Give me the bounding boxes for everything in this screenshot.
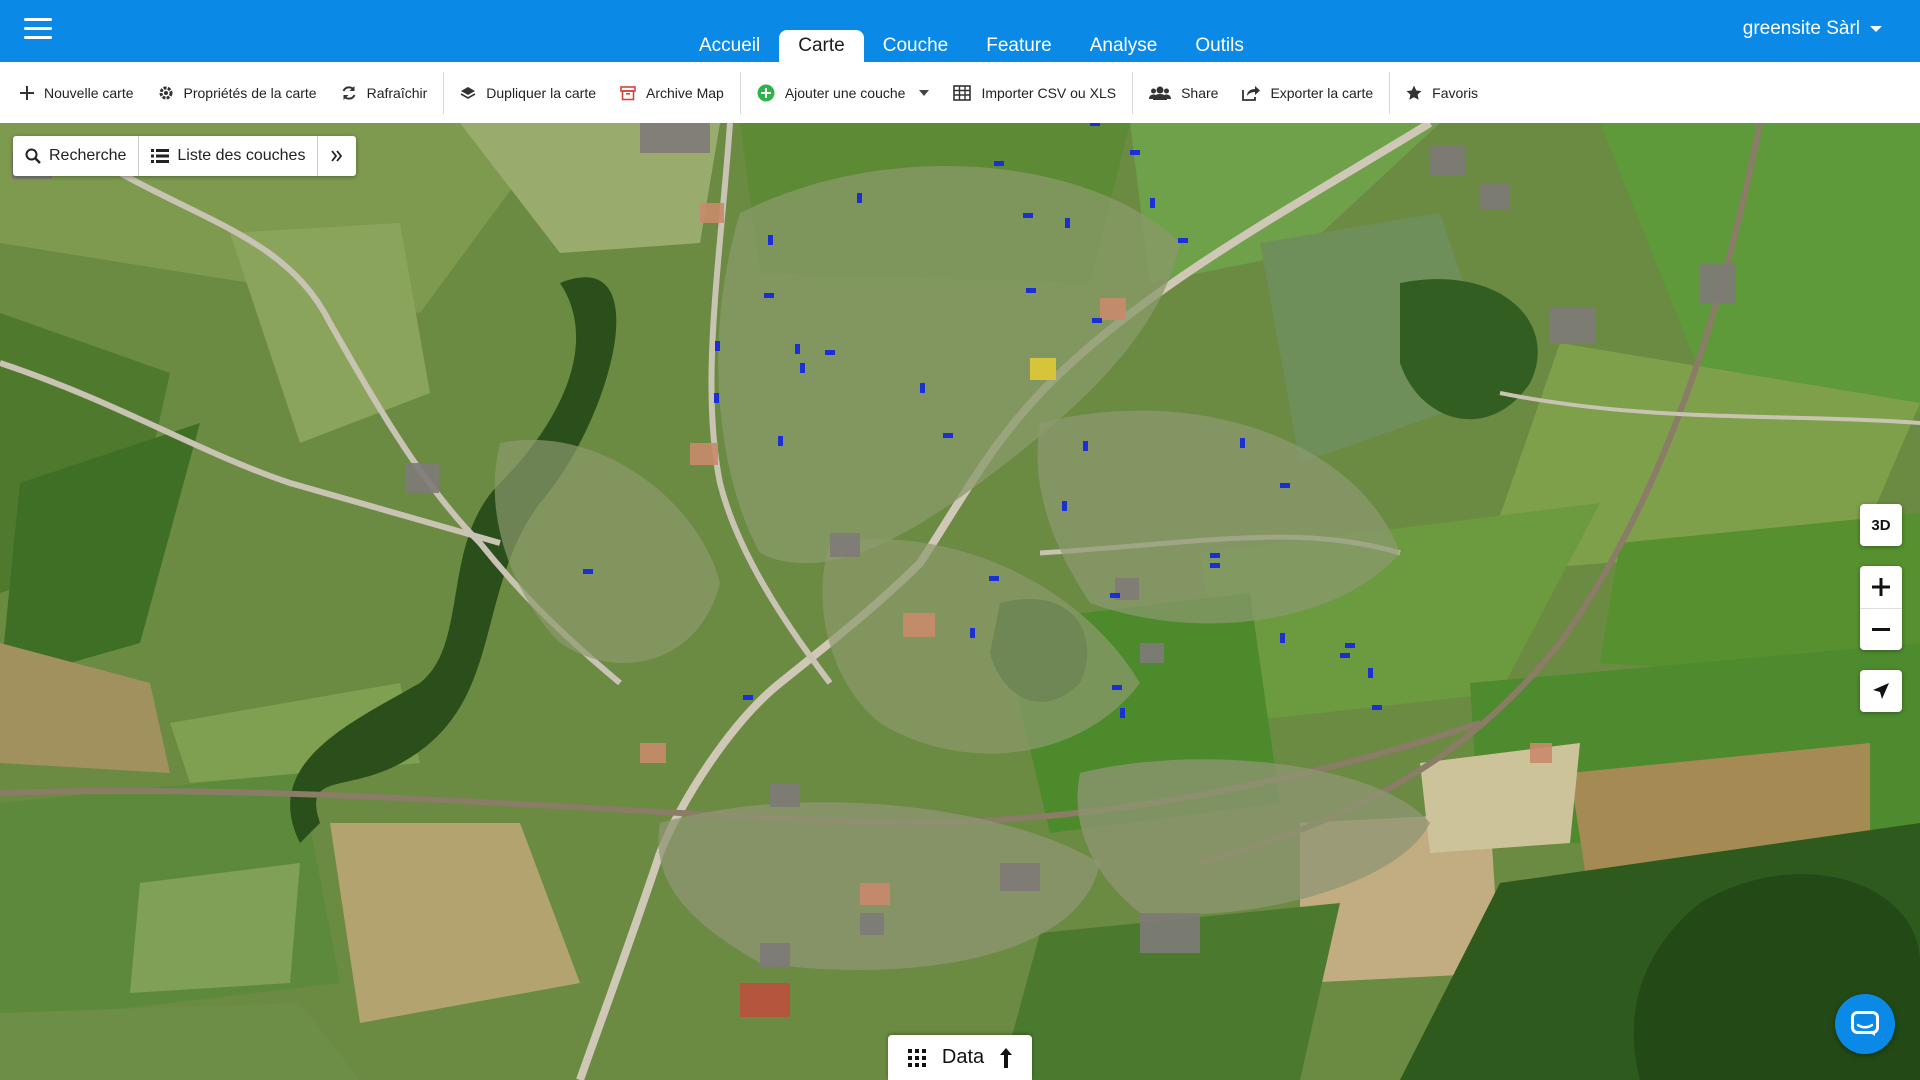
tab-accueil[interactable]: Accueil bbox=[680, 30, 779, 62]
main-tabs: Accueil Carte Couche Feature Analyse Out… bbox=[680, 30, 1263, 62]
chevron-down-icon bbox=[919, 89, 930, 96]
archive-map-button[interactable]: Archive Map bbox=[608, 62, 736, 123]
map-properties-button[interactable]: Propriétés de la carte bbox=[146, 62, 329, 123]
menu-icon[interactable] bbox=[24, 18, 52, 42]
data-panel-toggle[interactable]: Data bbox=[888, 1035, 1032, 1080]
layer-list-label: Liste des couches bbox=[177, 147, 306, 164]
export-map-button[interactable]: Exporter la carte bbox=[1230, 62, 1385, 123]
top-navigation-bar: Accueil Carte Couche Feature Analyse Out… bbox=[0, 0, 1920, 62]
search-icon bbox=[25, 148, 41, 164]
toolbar-divider bbox=[1132, 71, 1134, 114]
expand-panel-button[interactable] bbox=[318, 136, 356, 176]
export-map-label: Exporter la carte bbox=[1270, 84, 1374, 101]
table-icon bbox=[953, 84, 972, 101]
duplicate-map-button[interactable]: Dupliquer la carte bbox=[448, 62, 608, 123]
tab-analyse[interactable]: Analyse bbox=[1071, 30, 1177, 62]
chat-icon bbox=[1851, 1011, 1879, 1036]
toggle-3d-button[interactable]: 3D bbox=[1860, 504, 1902, 546]
minus-icon bbox=[1872, 627, 1890, 631]
chat-button[interactable] bbox=[1835, 994, 1895, 1054]
arrow-up-icon bbox=[1000, 1047, 1013, 1068]
navigation-arrow-icon bbox=[1873, 683, 1889, 699]
tab-feature[interactable]: Feature bbox=[967, 30, 1070, 62]
layers-icon bbox=[460, 86, 476, 99]
locate-button[interactable] bbox=[1860, 670, 1902, 712]
new-map-label: Nouvelle carte bbox=[44, 84, 134, 101]
map-search-panel: Recherche Liste des couches bbox=[13, 136, 357, 176]
toolbar-divider bbox=[443, 71, 445, 114]
export-icon bbox=[1242, 85, 1261, 101]
user-name: greensite Sàrl bbox=[1742, 18, 1860, 39]
share-button[interactable]: Share bbox=[1137, 62, 1230, 123]
favorites-label: Favoris bbox=[1432, 84, 1479, 101]
add-layer-label: Ajouter une couche bbox=[784, 84, 906, 101]
layer-list-button[interactable]: Liste des couches bbox=[139, 136, 319, 176]
map-properties-label: Propriétés de la carte bbox=[183, 84, 317, 101]
data-label: Data bbox=[941, 1046, 985, 1068]
zoom-out-button[interactable] bbox=[1860, 608, 1902, 650]
map-canvas[interactable] bbox=[0, 123, 1920, 1080]
zoom-controls bbox=[1860, 566, 1902, 650]
double-chevron-right-icon bbox=[331, 150, 343, 162]
favorites-button[interactable]: Favoris bbox=[1394, 62, 1490, 123]
toolbar-divider bbox=[739, 71, 741, 114]
tab-outils[interactable]: Outils bbox=[1176, 30, 1263, 62]
duplicate-map-label: Dupliquer la carte bbox=[486, 84, 596, 101]
tab-carte[interactable]: Carte bbox=[779, 30, 864, 62]
user-menu[interactable]: greensite Sàrl bbox=[1743, 18, 1882, 40]
archive-map-label: Archive Map bbox=[646, 84, 724, 101]
chevron-down-icon bbox=[1870, 26, 1882, 32]
add-circle-icon bbox=[757, 84, 775, 101]
tab-couche[interactable]: Couche bbox=[864, 30, 968, 62]
plus-icon bbox=[20, 85, 34, 100]
archive-icon bbox=[620, 85, 636, 100]
grid-icon bbox=[907, 1048, 926, 1067]
toolbar-divider bbox=[1389, 71, 1391, 114]
zoom-in-button[interactable] bbox=[1860, 566, 1902, 608]
refresh-button[interactable]: Rafraîchir bbox=[329, 62, 440, 123]
plus-icon bbox=[1872, 578, 1890, 596]
refresh-icon bbox=[342, 85, 355, 100]
share-label: Share bbox=[1181, 84, 1219, 101]
import-csv-label: Importer CSV ou XLS bbox=[981, 84, 1117, 101]
gear-icon bbox=[159, 86, 172, 99]
map-toolbar: Nouvelle carte Propriétés de la carte Ra… bbox=[0, 62, 1920, 123]
add-layer-dropdown[interactable]: Ajouter une couche bbox=[745, 62, 942, 123]
star-icon bbox=[1406, 85, 1422, 100]
new-map-button[interactable]: Nouvelle carte bbox=[8, 62, 146, 123]
import-csv-button[interactable]: Importer CSV ou XLS bbox=[941, 62, 1128, 123]
users-icon bbox=[1149, 86, 1172, 100]
search-label: Recherche bbox=[49, 147, 127, 164]
refresh-label: Rafraîchir bbox=[366, 84, 428, 101]
aerial-imagery bbox=[0, 123, 1920, 1080]
search-button[interactable]: Recherche bbox=[13, 136, 140, 176]
list-icon bbox=[151, 149, 170, 163]
